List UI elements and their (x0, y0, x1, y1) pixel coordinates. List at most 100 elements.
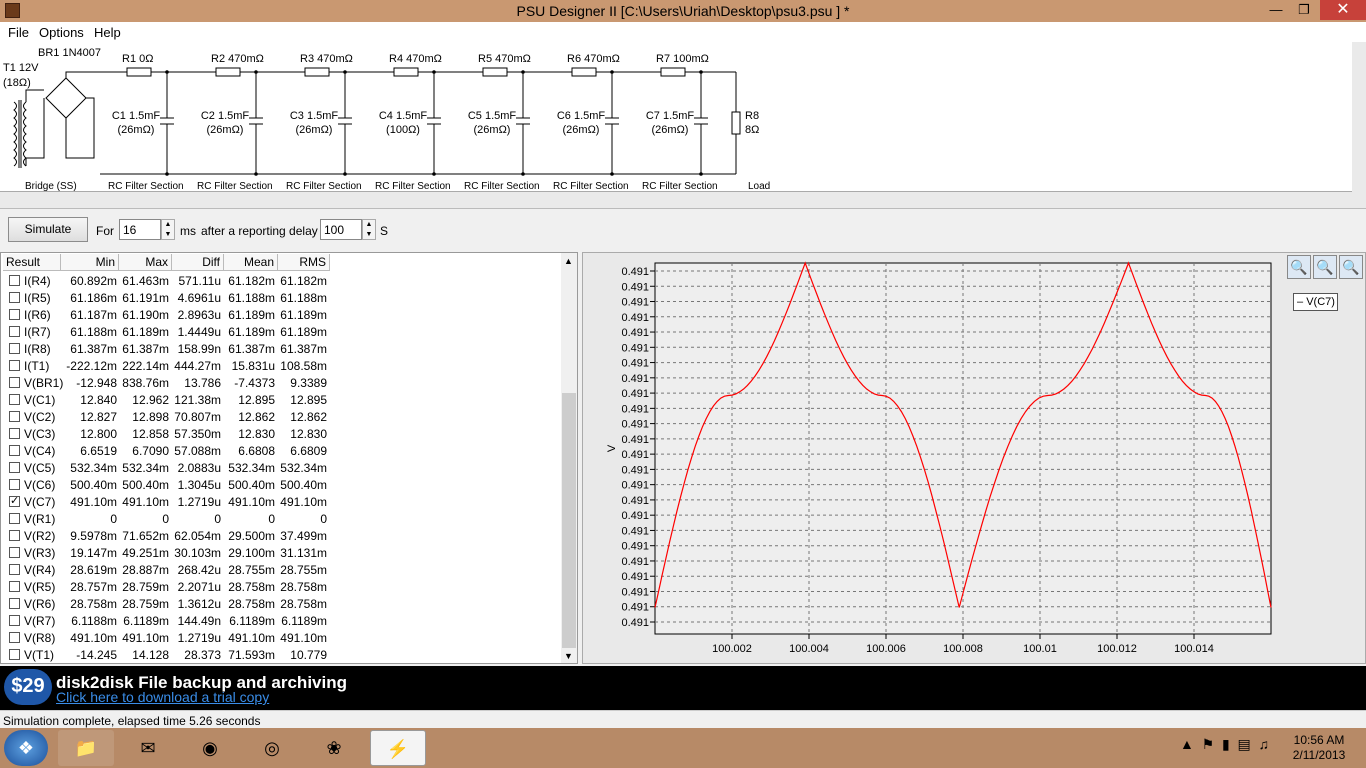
schematic-panel[interactable]: T1 12V (18Ω) BR1 1N4007 Bridge (SS) R8 8… (0, 42, 1352, 192)
row-checkbox[interactable] (9, 530, 20, 541)
delay-input[interactable] (320, 219, 362, 240)
menu-help[interactable]: Help (94, 25, 121, 40)
table-row[interactable]: V(R4) 28.619m 28.887m 268.42u 28.755m 28.755m (3, 561, 563, 578)
series-resistor[interactable] (393, 67, 419, 77)
menu-file[interactable]: File (8, 25, 29, 40)
table-row[interactable]: I(R5) 61.186m 61.191m 4.6961u 61.188m 61.188m (3, 289, 563, 306)
shunt-capacitor[interactable] (249, 72, 263, 174)
taskbar-clock[interactable]: 10:56 AM 2/11/2013 (1290, 733, 1348, 763)
row-checkbox[interactable] (9, 462, 20, 473)
row-checkbox[interactable] (9, 360, 20, 371)
row-checkbox[interactable] (9, 275, 20, 286)
table-row[interactable]: V(BR1) -12.948 838.76m 13.786 -7.4373 9.3389 (3, 374, 563, 391)
row-checkbox[interactable] (9, 292, 20, 303)
duration-spinner[interactable]: ▲ ▼ (161, 219, 175, 240)
table-row[interactable]: I(R8) 61.387m 61.387m 158.99n 61.387m 61.387m (3, 340, 563, 357)
row-checkbox[interactable] (9, 615, 20, 626)
results-scroll-thumb[interactable] (562, 393, 576, 648)
row-checkbox[interactable] (9, 513, 20, 524)
simulate-button[interactable]: Simulate (8, 217, 88, 242)
system-tray[interactable]: ▲ ⚑ ▮ ▤ ♫ (1180, 736, 1269, 753)
table-row[interactable]: V(C4) 6.6519 6.7090 57.088m 6.6808 6.6809 (3, 442, 563, 459)
schematic-horizontal-scrollbar[interactable] (0, 192, 1366, 209)
table-row[interactable]: V(C3) 12.800 12.858 57.350m 12.830 12.830 (3, 425, 563, 442)
row-checkbox[interactable] (9, 394, 20, 405)
table-row[interactable]: V(R7) 6.1188m 6.1189m 144.49n 6.1189m 6.1189m (3, 612, 563, 629)
picasa-icon[interactable]: ❀ (306, 730, 362, 766)
header-min[interactable]: Min (61, 254, 119, 271)
table-row[interactable]: V(C6) 500.40m 500.40m 1.3045u 500.40m 500.40m (3, 476, 563, 493)
row-checkbox[interactable] (9, 326, 20, 337)
results-scrollbar[interactable]: ▲ ▼ (561, 253, 577, 663)
table-row[interactable]: I(R4) 60.892m 61.463m 571.11u 61.182m 61.182m (3, 272, 563, 289)
table-row[interactable]: I(R6) 61.187m 61.190m 2.8963u 61.189m 61.189m (3, 306, 563, 323)
row-checkbox[interactable] (9, 343, 20, 354)
row-checkbox[interactable] (9, 309, 20, 320)
row-checkbox[interactable] (9, 445, 20, 456)
row-checkbox[interactable] (9, 479, 20, 490)
restore-button[interactable]: ❐ (1290, 0, 1318, 20)
series-resistor[interactable] (215, 67, 241, 77)
table-row[interactable]: V(R8) 491.10m 491.10m 1.2719u 491.10m 491.10m (3, 629, 563, 646)
table-row[interactable]: V(R3) 19.147m 49.251m 30.103m 29.100m 31.131m (3, 544, 563, 561)
series-resistor[interactable] (126, 67, 152, 77)
table-row[interactable]: I(T1) -222.12m 222.14m 444.27m 15.831u 108.58… (3, 357, 563, 374)
header-result[interactable]: Result (3, 254, 61, 271)
delay-spinner[interactable]: ▲ ▼ (362, 219, 376, 240)
ad-banner[interactable]: $29 disk2disk File backup and archiving … (0, 666, 1366, 710)
header-mean[interactable]: Mean (224, 254, 278, 271)
chrome-icon[interactable]: ◎ (244, 730, 300, 766)
zoom-reset-icon[interactable]: 🔍 (1339, 255, 1363, 279)
series-resistor[interactable] (304, 67, 330, 77)
row-checkbox[interactable] (9, 564, 20, 575)
table-row[interactable]: V(C5) 532.34m 532.34m 2.0883u 532.34m 532.34m (3, 459, 563, 476)
zoom-out-icon[interactable]: 🔍 (1313, 255, 1337, 279)
table-row[interactable]: V(R5) 28.757m 28.759m 2.2071u 28.758m 28.758m (3, 578, 563, 595)
header-max[interactable]: Max (119, 254, 172, 271)
row-checkbox[interactable] (9, 377, 20, 388)
menu-options[interactable]: Options (39, 25, 84, 40)
shunt-capacitor[interactable] (338, 72, 352, 174)
series-resistor[interactable] (482, 67, 508, 77)
row-checkbox[interactable] (9, 598, 20, 609)
table-row[interactable]: ✓ V(C7) 491.10m 491.10m 1.2719u 491.10m 491.10… (3, 493, 563, 510)
series-resistor[interactable] (660, 67, 686, 77)
series-resistor[interactable] (571, 67, 597, 77)
row-checkbox[interactable] (9, 649, 20, 660)
row-checkbox[interactable] (9, 581, 20, 592)
ad-download-link[interactable]: Click here to download a trial copy (56, 689, 269, 705)
psu-designer-taskbar-icon[interactable]: ⚡ (370, 730, 426, 766)
minimize-button[interactable]: — (1262, 0, 1290, 20)
table-row[interactable]: V(C1) 12.840 12.962 121.38m 12.895 12.895 (3, 391, 563, 408)
shunt-capacitor[interactable] (427, 72, 441, 174)
table-row[interactable]: V(C2) 12.827 12.898 70.807m 12.862 12.862 (3, 408, 563, 425)
load-resistor[interactable] (731, 111, 741, 135)
close-button[interactable]: ✕ (1320, 0, 1366, 20)
row-checkbox[interactable]: ✓ (9, 496, 20, 507)
table-row[interactable]: V(T1) -14.245 14.128 28.373 71.593m 10.779 (3, 646, 563, 663)
row-checkbox[interactable] (9, 428, 20, 439)
row-checkbox[interactable] (9, 411, 20, 422)
duration-input[interactable] (119, 219, 161, 240)
table-row[interactable]: I(R7) 61.188m 61.189m 1.4449u 61.189m 61.189m (3, 323, 563, 340)
shunt-capacitor[interactable] (160, 72, 174, 174)
row-checkbox[interactable] (9, 547, 20, 558)
firefox-icon[interactable]: ◉ (182, 730, 238, 766)
header-diff[interactable]: Diff (172, 254, 224, 271)
schematic-vertical-scrollbar[interactable] (1352, 42, 1366, 192)
start-button[interactable]: ❖ (4, 730, 48, 766)
waveform-chart[interactable]: 100.002 100.004 100.006 100.008 100.01 100.01… (583, 253, 1366, 665)
table-row[interactable]: V(R1) 0 0 0 0 0 (3, 510, 563, 527)
thunderbird-icon[interactable]: ✉ (120, 730, 176, 766)
table-row[interactable]: V(R6) 28.758m 28.759m 1.3612u 28.758m 28.758m (3, 595, 563, 612)
shunt-capacitor[interactable] (605, 72, 619, 174)
row-checkbox[interactable] (9, 632, 20, 643)
zoom-in-icon[interactable]: 🔍 (1287, 255, 1311, 279)
header-rms[interactable]: RMS (278, 254, 330, 271)
shunt-capacitor[interactable] (694, 72, 708, 174)
shunt-capacitor[interactable] (516, 72, 530, 174)
table-row[interactable]: V(R2) 9.5978m 71.652m 62.054m 29.500m 37.499m (3, 527, 563, 544)
scroll-down-icon[interactable]: ▼ (564, 651, 573, 661)
file-explorer-icon[interactable]: 📁 (58, 730, 114, 766)
scroll-up-icon[interactable]: ▲ (564, 256, 573, 266)
